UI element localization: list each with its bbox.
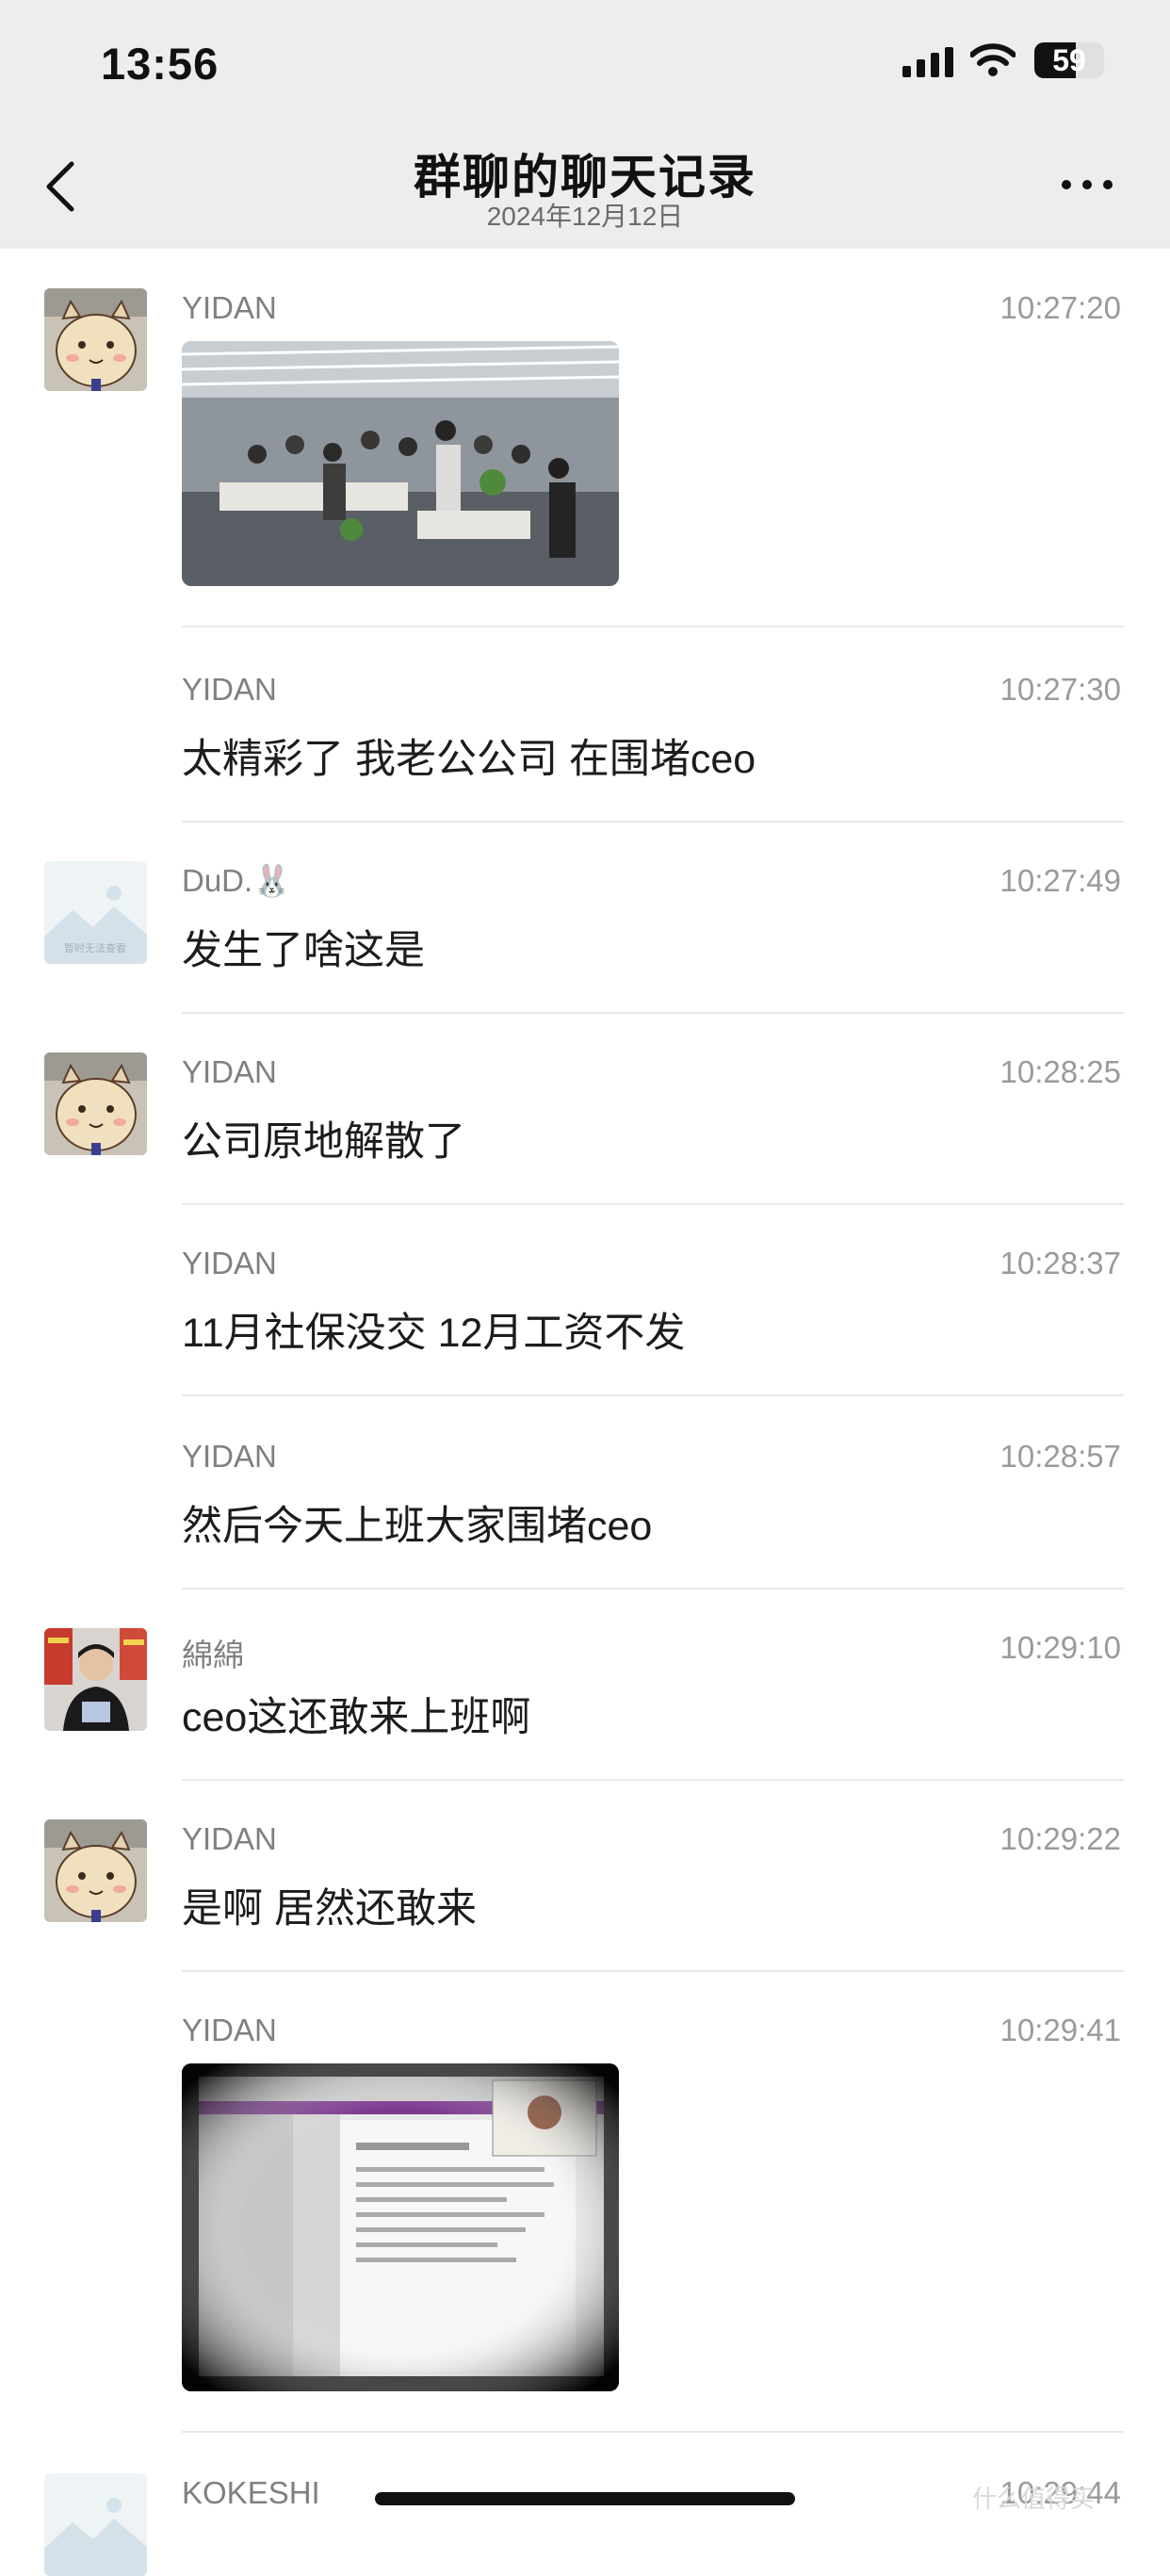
- message-time: 10:28:57: [999, 1439, 1121, 1474]
- message-text: 是啊 居然还敢来: [182, 1886, 477, 1932]
- sender-name: YIDAN: [182, 2013, 277, 2047]
- message-divider: [182, 821, 1124, 823]
- sender-name: KOKESHI: [182, 2475, 320, 2510]
- cellular-signal-icon: [902, 47, 953, 77]
- message-time: 10:28:25: [999, 1054, 1121, 1089]
- message-text: 太精彩了 我老公公司 在围堵ceo: [182, 737, 756, 782]
- battery-percentage: 59: [1052, 43, 1086, 77]
- cartoon-avatar-icon[interactable]: [44, 288, 147, 391]
- avatar-caption: 暂时无法查看: [64, 941, 126, 954]
- message-time: 10:27:30: [999, 672, 1121, 707]
- message-divider: [182, 1970, 1124, 1972]
- message-divider: [182, 1394, 1124, 1396]
- message-divider: [182, 2431, 1124, 2433]
- home-indicator[interactable]: [375, 2492, 795, 2505]
- battery-indicator: 59: [1034, 42, 1104, 78]
- message-divider: [182, 1779, 1124, 1781]
- message-text: ceo这还敢来上班啊: [182, 1695, 531, 1740]
- page-subtitle-date: 2024年12月12日: [486, 202, 684, 231]
- message-divider: [182, 1012, 1124, 1014]
- unavailable-avatar-icon[interactable]: [44, 2473, 147, 2576]
- sender-name: YIDAN: [182, 1246, 277, 1280]
- sender-name: YIDAN: [182, 1054, 277, 1089]
- message-time: 10:29:41: [999, 2013, 1121, 2047]
- sender-name: YIDAN: [182, 672, 277, 707]
- sender-name: YIDAN: [182, 1821, 277, 1856]
- message-divider: [182, 1203, 1124, 1205]
- message-image[interactable]: [182, 2063, 619, 2391]
- message-time: 10:27:49: [999, 863, 1121, 898]
- status-time: 13:56: [101, 39, 219, 89]
- navigation-header: 13:56 59 群聊的聊天记录 2024年12月12日: [0, 0, 1170, 249]
- message-time: 10:29:10: [999, 1630, 1121, 1665]
- sender-name: DuD.🐰: [182, 863, 292, 898]
- wifi-icon: [970, 43, 1016, 76]
- sender-name: YIDAN: [182, 1439, 277, 1474]
- unavailable-avatar-icon[interactable]: 暂时无法查看: [44, 861, 147, 964]
- cartoon-avatar-icon[interactable]: [44, 1052, 147, 1155]
- watermark-text: 什么值得买: [972, 2485, 1096, 2513]
- sender-name: YIDAN: [182, 290, 277, 325]
- message-text: 公司原地解散了: [182, 1119, 465, 1165]
- message-text: 发生了啥这是: [182, 928, 425, 973]
- cartoon-avatar-icon[interactable]: [44, 1819, 147, 1922]
- message-divider: [182, 1588, 1124, 1590]
- message-text: 然后今天上班大家围堵ceo: [182, 1504, 653, 1549]
- more-dots-icon[interactable]: [1059, 175, 1115, 194]
- message-time: 10:29:22: [999, 1821, 1121, 1856]
- message-text: 11月社保没交 12月工资不发: [182, 1311, 686, 1356]
- photo-avatar-icon[interactable]: [44, 1628, 147, 1731]
- sender-name: 綿綿: [182, 1638, 244, 1672]
- message-time: 10:27:20: [999, 290, 1121, 325]
- message-time: 10:28:37: [999, 1246, 1121, 1280]
- message-divider: [182, 626, 1124, 628]
- message-image[interactable]: [182, 341, 619, 586]
